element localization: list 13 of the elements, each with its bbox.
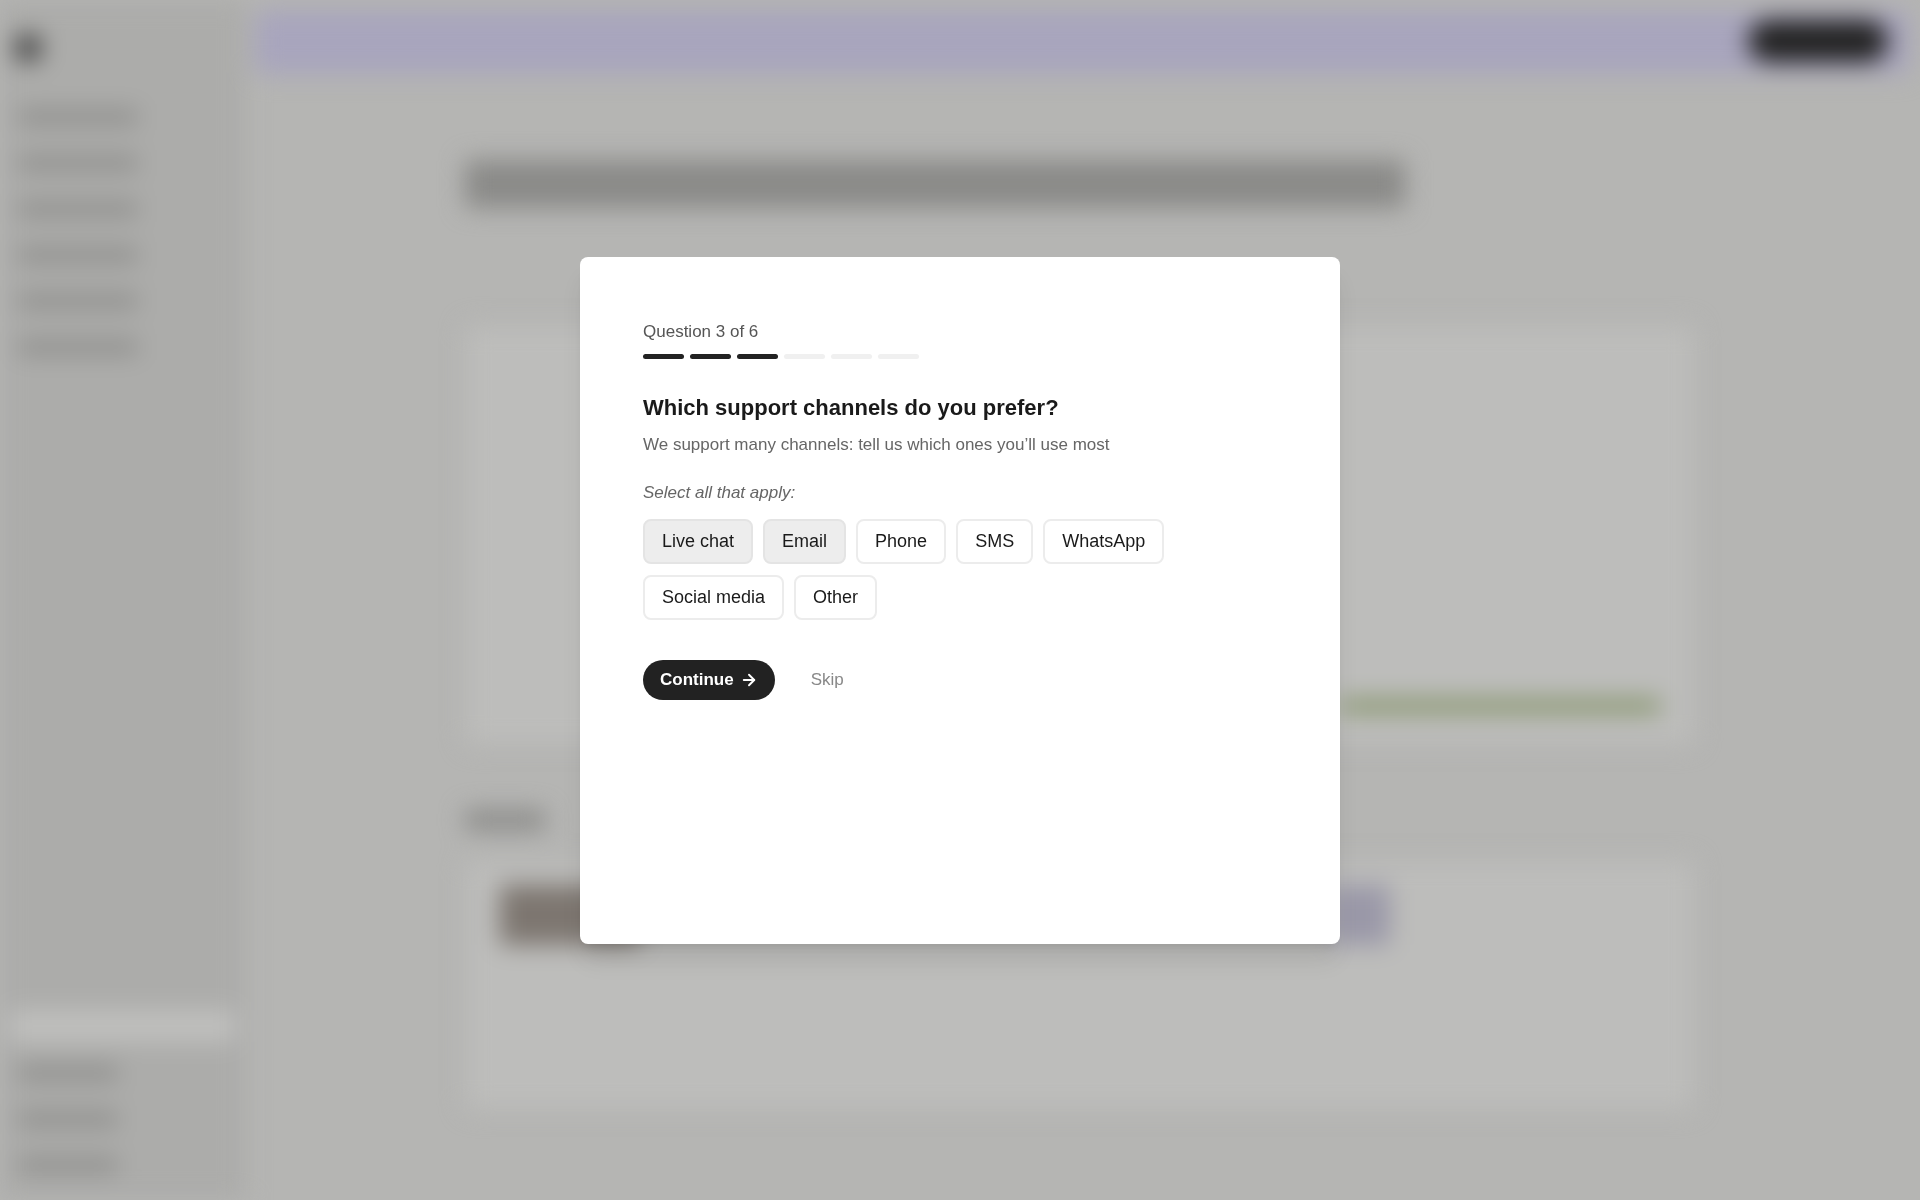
question-counter: Question 3 of 6 (643, 320, 759, 343)
question-description: We support many channels: tell us which ones you’ll use most (643, 434, 1111, 456)
option-chip[interactable]: WhatsApp (1043, 519, 1165, 564)
option-chip[interactable]: Phone (856, 519, 947, 564)
option-chip[interactable]: Social media (643, 575, 785, 620)
question-title: Which support channels do you prefer? (643, 394, 1059, 422)
select-instruction: Select all that apply: (643, 481, 797, 504)
option-chip[interactable]: Other (794, 575, 878, 620)
option-chip[interactable]: Live chat (643, 519, 754, 564)
option-chip[interactable]: Email (763, 519, 847, 564)
continue-button[interactable]: Continue (643, 660, 775, 700)
option-chip[interactable]: SMS (956, 519, 1034, 564)
skip-button[interactable]: Skip (810, 667, 844, 693)
